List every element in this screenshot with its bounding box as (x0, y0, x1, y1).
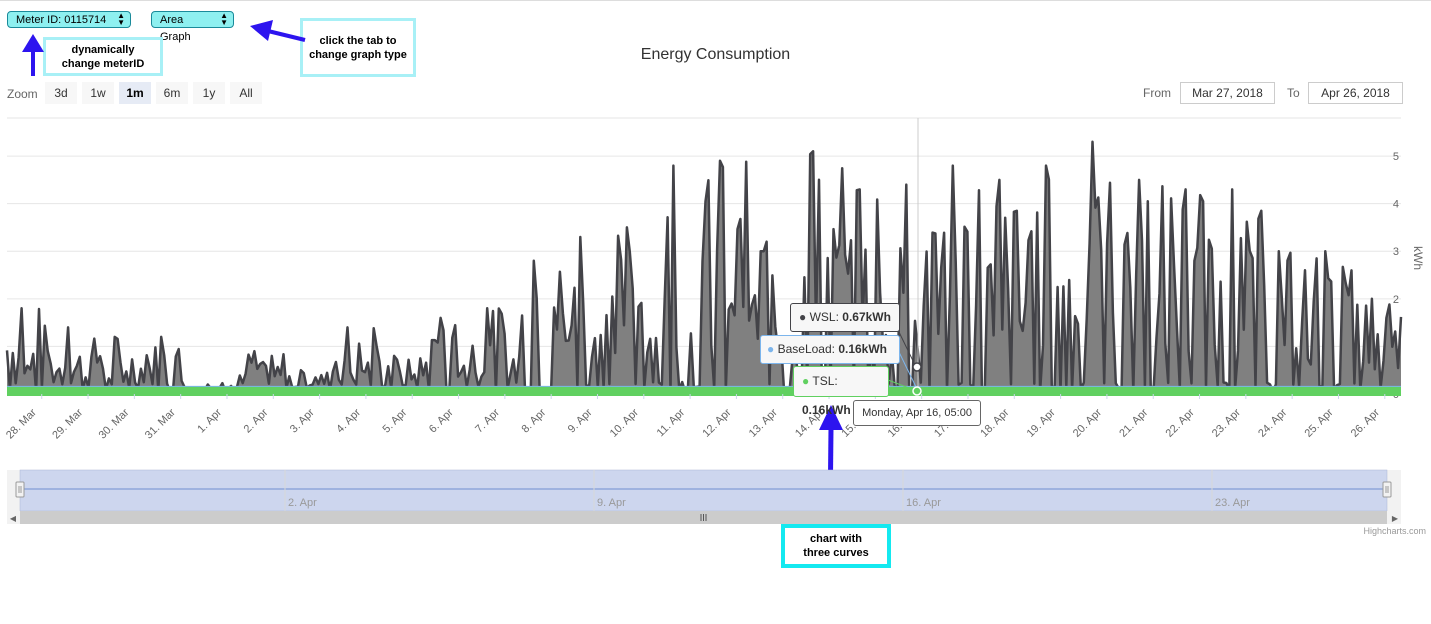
tooltip-tsl: ● TSL: 0.16kWh (793, 366, 889, 417)
x-tick-label: 5. Apr (381, 406, 410, 435)
tooltip-wsl-label: WSL (809, 310, 836, 324)
navigator-selected-range[interactable] (19, 469, 1388, 512)
navigator-left-handle[interactable] (15, 481, 25, 498)
tooltip-baseload: ● BaseLoad: 0.16kWh (760, 335, 900, 364)
navigator-tick-label: 23. Apr (1215, 497, 1250, 509)
x-tick-label: 3. Apr (288, 406, 317, 435)
y-tick-label: 3 (1393, 246, 1399, 258)
navigator[interactable]: 2. Apr 9. Apr 16. Apr 23. Apr ◀ ▶ (0, 468, 1431, 528)
x-tick-label: 1. Apr (195, 406, 224, 435)
x-tick-label: 31. Mar (143, 406, 178, 441)
x-tick-label: 21. Apr (1117, 406, 1150, 439)
tooltip-wsl-value: 0.67kWh (842, 310, 891, 324)
scroll-left-icon[interactable]: ◀ (10, 514, 17, 523)
x-tick-label: 9. Apr (566, 406, 595, 435)
tooltip-timestamp: Monday, Apr 16, 05:00 (853, 400, 981, 426)
x-tick-label: 24. Apr (1256, 406, 1289, 439)
y-tick-label: 4 (1393, 199, 1399, 211)
x-tick-label: 2. Apr (242, 406, 271, 435)
x-tick-label: 7. Apr (473, 406, 502, 435)
x-tick-label: 29. Mar (50, 406, 85, 441)
x-tick-label: 25. Apr (1302, 406, 1335, 439)
x-tick-label: 11. Apr (655, 406, 688, 439)
x-tick-label: 26. Apr (1349, 406, 1382, 439)
tsl-bullet-icon: ● (802, 374, 810, 388)
wsl-bullet-icon: ● (799, 310, 807, 324)
x-tick-label: 8. Apr (519, 406, 548, 435)
tsl-hover-marker (912, 386, 922, 396)
tooltip-baseload-label: BaseLoad (777, 342, 832, 356)
navigator-tick-label: 2. Apr (288, 497, 317, 509)
x-tick-label: 18. Apr (978, 406, 1011, 439)
x-tick-label: 28. Mar (4, 406, 39, 441)
x-tick-label: 12. Apr (700, 406, 733, 439)
energy-chart: 012345 kWh 28. Mar29. Mar30. Mar31. Mar1… (4, 117, 1425, 441)
y-tick-label: 2 (1393, 294, 1399, 306)
x-tick-label: 20. Apr (1071, 406, 1104, 439)
x-tick-label: 13. Apr (747, 406, 780, 439)
tooltip-tsl-value: 0.16kWh (802, 403, 851, 417)
baseload-bullet-icon: ● (767, 342, 775, 356)
tooltip-wsl: ● WSL: 0.67kWh (790, 303, 900, 332)
wsl-hover-marker (912, 362, 922, 372)
navigator-tick-label: 16. Apr (906, 497, 941, 509)
y-axis-title: kWh (1411, 246, 1425, 270)
x-tick-label: 30. Mar (97, 406, 132, 441)
x-tick-label: 23. Apr (1210, 406, 1243, 439)
x-tick-label: 10. Apr (608, 406, 641, 439)
tooltip-baseload-value: 0.16kWh (838, 342, 887, 356)
navigator-tick-label: 9. Apr (597, 497, 626, 509)
tsl-series-line[interactable] (7, 386, 1401, 396)
tooltip-tsl-label: TSL (812, 374, 835, 388)
navigator-right-handle[interactable] (1382, 481, 1392, 498)
y-tick-label: 5 (1393, 151, 1399, 163)
x-tick-label: 4. Apr (334, 406, 363, 435)
x-tick-label: 19. Apr (1025, 406, 1058, 439)
navigator-scrollbar[interactable]: ◀ ▶ (7, 511, 1401, 524)
highcharts-credits[interactable]: Highcharts.com (1363, 526, 1426, 536)
x-axis-labels: 28. Mar 29. Mar 30. Mar 31. Mar 1. Apr 2. Apr… (4, 394, 1386, 441)
x-tick-label: 6. Apr (427, 406, 456, 435)
scroll-right-icon[interactable]: ▶ (1392, 514, 1399, 523)
x-tick-label: 22. Apr (1164, 406, 1197, 439)
